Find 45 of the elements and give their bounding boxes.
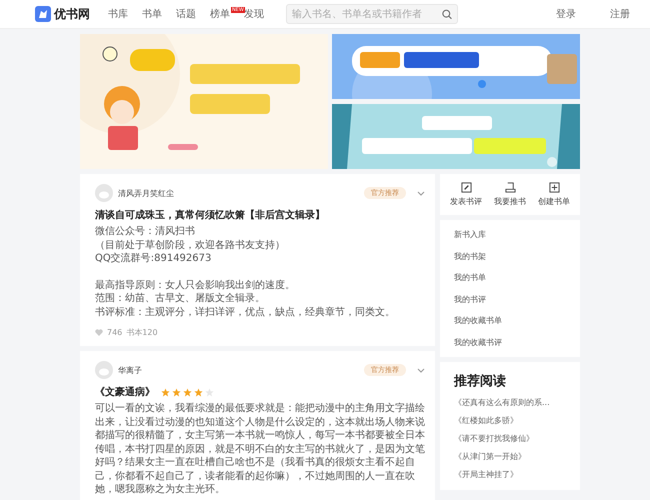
logo-text[interactable]: 优书网 — [54, 6, 90, 22]
nav-link[interactable]: 书库 — [108, 7, 142, 21]
review-text: （目前处于草创阶段，欢迎各路书友支持） — [95, 238, 286, 252]
review-text: 范围：幼苗、古早文、屠版文全辑录。 — [95, 292, 266, 306]
action-button[interactable]: 发表书评 — [448, 180, 484, 209]
book-link[interactable]: 《开局主神挂了》 — [454, 469, 566, 480]
like-count: 746 — [107, 328, 122, 337]
author-name[interactable]: 清风弄月笑红尘 — [118, 188, 359, 198]
section-title: 推荐阅读 — [454, 373, 507, 390]
logo-icon — [35, 6, 51, 22]
login-link[interactable]: 登录 — [556, 7, 576, 21]
book-link[interactable]: 《还真有这么有原则的系... — [454, 397, 566, 408]
clipboard-icon — [504, 182, 516, 193]
chevron-down-icon[interactable] — [417, 190, 425, 196]
edit-icon — [460, 182, 472, 193]
review-title[interactable]: 清谈自可成珠玉，真常何须忆吹箫【非后宫文辑录】 — [95, 208, 325, 222]
menu-link[interactable]: 我的收藏书单 — [454, 314, 566, 328]
book-count: 书本120 — [126, 327, 158, 338]
plus-icon — [548, 182, 560, 193]
register-link[interactable]: 注册 — [610, 7, 630, 21]
book-link[interactable]: 《红楼如此多骄》 — [454, 415, 566, 426]
avatar-icon — [95, 184, 113, 202]
review-text: 可以一看的文诶，我看综漫的最低要求就是：能把动漫中的主角用文字描绘出来，让没看过动漫的也知道这个人物是什么设定的，这本就出场人物来说都描写的很精髓了，女主写第一本书就一鸣惊人，每写一本书都要被全日本传唱，本书打四星的原因，就是不明不白的女主写的书就火了，是因为文笔好吗？结果女主一直在吐槽自己啥也不是（我看书真的很烦女主看不起自己，你都看不起自己了，读者能看的起你嘛），不过她周围的人一直在吹她，嗯我愿称之为女主光环。 — [95, 402, 425, 496]
nav-link[interactable]: 书单 — [142, 7, 176, 21]
menu-link[interactable]: 我的书单 — [454, 271, 566, 284]
menu-link[interactable]: 我的收藏书评 — [454, 336, 566, 349]
chevron-down-icon[interactable] — [417, 368, 425, 372]
action-button[interactable]: 创建书单 — [536, 180, 572, 209]
review-text: QQ交流群号:891492673 — [95, 252, 212, 266]
review-text: 最高指导原则：女人只会影响我出剑的速度。 — [95, 278, 296, 292]
search-field[interactable]: 输入书名、书单名或书籍作者 — [286, 4, 458, 24]
action-button[interactable]: 我要推书 — [492, 180, 528, 209]
review-title[interactable]: 《文豪通病》 — [95, 385, 155, 399]
review-text: 书评标准：主观评分，详扫详评，优点，缺点，经典章节，同类文。 — [95, 306, 396, 319]
book-link[interactable]: 《从津门第一开始》 — [454, 451, 566, 462]
menu-link[interactable]: 新书入库 — [454, 228, 566, 242]
nav-link[interactable]: 话题 — [176, 7, 210, 21]
menu-link[interactable]: 我的书架 — [454, 250, 566, 263]
nav-link[interactable]: 发现 — [244, 7, 278, 21]
book-link[interactable]: 《请不要打扰我修仙》 — [454, 433, 566, 444]
author-name[interactable]: 华离子 — [118, 364, 359, 376]
avatar-icon — [95, 361, 113, 379]
review-text: 微信公众号：清风扫书 — [95, 225, 196, 238]
menu-link[interactable]: 我的书评 — [454, 292, 566, 306]
search-icon[interactable] — [442, 8, 452, 20]
